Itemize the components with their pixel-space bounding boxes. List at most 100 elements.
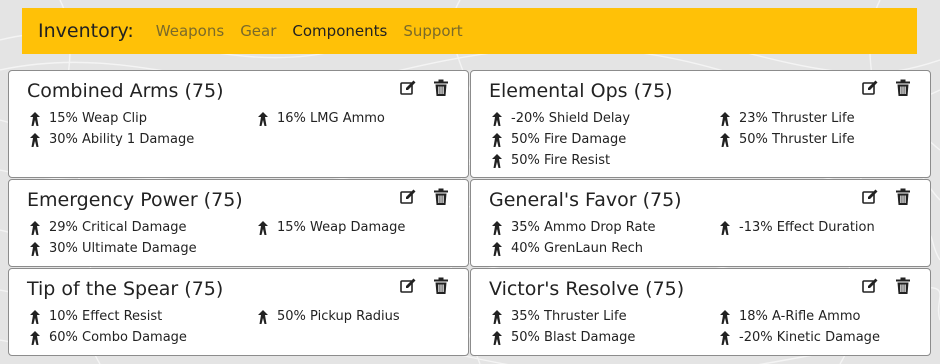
- component-card-tip-of-the-spear: Tip of the Spear (75) 10% Effect Resist …: [8, 268, 469, 356]
- arrow-up-person-icon: [491, 111, 505, 126]
- card-actions: [861, 277, 912, 295]
- perk-item: 50% Blast Damage: [491, 330, 635, 345]
- perk-label: 16% LMG Ammo: [277, 111, 385, 126]
- arrow-up-person-icon: [719, 132, 733, 147]
- card-actions: [399, 277, 450, 295]
- arrow-up-person-icon: [257, 111, 271, 126]
- nav-link-weapons[interactable]: Weapons: [156, 22, 224, 40]
- card-actions: [399, 79, 450, 97]
- edit-icon[interactable]: [861, 188, 879, 206]
- perk-item: 50% Thruster Life: [719, 132, 855, 147]
- arrow-up-person-icon: [491, 309, 505, 324]
- perk-item: 60% Combo Damage: [29, 330, 187, 345]
- perk-label: 50% Thruster Life: [739, 132, 855, 147]
- edit-icon[interactable]: [861, 277, 879, 295]
- perk-item: 50% Fire Damage: [491, 132, 626, 147]
- arrow-up-person-icon: [29, 220, 43, 235]
- perk-item: 15% Weap Damage: [257, 220, 405, 235]
- perk-item: 10% Effect Resist: [29, 309, 162, 324]
- component-card-elemental-ops: Elemental Ops (75) -20% Shield Delay 23%…: [470, 70, 931, 178]
- edit-icon[interactable]: [861, 79, 879, 97]
- perk-item: 18% A-Rifle Ammo: [719, 309, 860, 324]
- arrow-up-person-icon: [257, 309, 271, 324]
- delete-trash-icon[interactable]: [894, 79, 912, 97]
- perk-item: 50% Fire Resist: [491, 153, 610, 168]
- card-title: Victor's Resolve (75): [489, 278, 685, 300]
- delete-trash-icon[interactable]: [432, 79, 450, 97]
- delete-trash-icon[interactable]: [894, 188, 912, 206]
- nav-link-components[interactable]: Components: [292, 22, 387, 40]
- perk-label: 23% Thruster Life: [739, 111, 855, 126]
- perk-item: 35% Ammo Drop Rate: [491, 220, 656, 235]
- delete-trash-icon[interactable]: [432, 188, 450, 206]
- perk-item: -20% Shield Delay: [491, 111, 630, 126]
- card-title: Emergency Power (75): [27, 189, 243, 211]
- card-title: Tip of the Spear (75): [27, 278, 224, 300]
- perk-label: 29% Critical Damage: [49, 220, 187, 235]
- card-title: Combined Arms (75): [27, 80, 224, 102]
- arrow-up-person-icon: [719, 330, 733, 345]
- perk-label: 30% Ultimate Damage: [49, 241, 197, 256]
- arrow-up-person-icon: [719, 309, 733, 324]
- arrow-up-person-icon: [29, 241, 43, 256]
- brand-title: Inventory:: [38, 20, 134, 42]
- edit-icon[interactable]: [399, 188, 417, 206]
- arrow-up-person-icon: [257, 220, 271, 235]
- perk-label: 60% Combo Damage: [49, 330, 187, 345]
- component-card-victors-resolve: Victor's Resolve (75) 35% Thruster Life …: [470, 268, 931, 356]
- perk-list: -20% Shield Delay 23% Thruster Life 50% …: [491, 109, 921, 179]
- perk-list: 35% Thruster Life 18% A-Rifle Ammo 50% B…: [491, 307, 921, 364]
- arrow-up-person-icon: [491, 330, 505, 345]
- perk-label: -20% Shield Delay: [511, 111, 631, 126]
- perk-label: -13% Effect Duration: [739, 220, 875, 235]
- perk-label: 18% A-Rifle Ammo: [739, 309, 861, 324]
- card-title: General's Favor (75): [489, 189, 682, 211]
- edit-icon[interactable]: [399, 79, 417, 97]
- perk-label: 15% Weap Clip: [49, 111, 148, 126]
- perk-list: 15% Weap Clip 16% LMG Ammo 30% Ability 1…: [29, 109, 459, 179]
- perk-item: 50% Pickup Radius: [257, 309, 400, 324]
- nav-link-support[interactable]: Support: [403, 22, 462, 40]
- nav-link-gear[interactable]: Gear: [240, 22, 276, 40]
- perk-label: -20% Kinetic Damage: [739, 330, 880, 345]
- perk-item: -13% Effect Duration: [719, 220, 875, 235]
- perk-list: 10% Effect Resist 50% Pickup Radius 60% …: [29, 307, 459, 364]
- arrow-up-person-icon: [491, 153, 505, 168]
- arrow-up-person-icon: [29, 330, 43, 345]
- delete-trash-icon[interactable]: [894, 277, 912, 295]
- perk-label: 50% Fire Resist: [511, 153, 611, 168]
- arrow-up-person-icon: [29, 132, 43, 147]
- perk-label: 10% Effect Resist: [49, 309, 163, 324]
- card-actions: [399, 188, 450, 206]
- perk-item: 35% Thruster Life: [491, 309, 627, 324]
- edit-icon[interactable]: [399, 277, 417, 295]
- perk-item: -20% Kinetic Damage: [719, 330, 880, 345]
- perk-label: 50% Pickup Radius: [277, 309, 400, 324]
- perk-item: 30% Ultimate Damage: [29, 241, 197, 256]
- perk-label: 50% Fire Damage: [511, 132, 627, 147]
- card-actions: [861, 188, 912, 206]
- arrow-up-person-icon: [719, 220, 733, 235]
- perk-item: 16% LMG Ammo: [257, 111, 385, 126]
- arrow-up-person-icon: [719, 111, 733, 126]
- perk-item: 23% Thruster Life: [719, 111, 855, 126]
- component-card-emergency-power: Emergency Power (75) 29% Critical Damage…: [8, 179, 469, 267]
- component-card-combined-arms: Combined Arms (75) 15% Weap Clip 16% LMG…: [8, 70, 469, 178]
- perk-label: 50% Blast Damage: [511, 330, 636, 345]
- arrow-up-person-icon: [491, 132, 505, 147]
- perk-item: 30% Ability 1 Damage: [29, 132, 194, 147]
- arrow-up-person-icon: [29, 309, 43, 324]
- delete-trash-icon[interactable]: [432, 277, 450, 295]
- perk-label: 40% GrenLaun Rech: [511, 241, 644, 256]
- card-title: Elemental Ops (75): [489, 80, 673, 102]
- card-actions: [861, 79, 912, 97]
- perk-label: 30% Ability 1 Damage: [49, 132, 195, 147]
- arrow-up-person-icon: [491, 241, 505, 256]
- perk-item: 15% Weap Clip: [29, 111, 147, 126]
- component-card-generals-favor: General's Favor (75) 35% Ammo Drop Rate …: [470, 179, 931, 267]
- top-navbar: Inventory: Weapons Gear Components Suppo…: [22, 8, 917, 54]
- perk-label: 15% Weap Damage: [277, 220, 406, 235]
- perk-item: 29% Critical Damage: [29, 220, 186, 235]
- perk-label: 35% Ammo Drop Rate: [511, 220, 656, 235]
- arrow-up-person-icon: [491, 220, 505, 235]
